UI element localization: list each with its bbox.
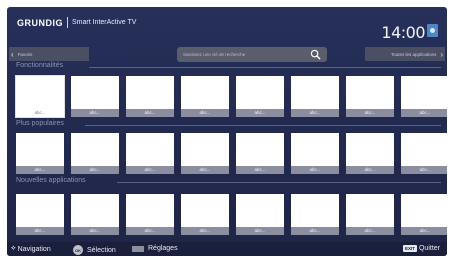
all-apps-button[interactable]: Toutes les applications ›	[365, 47, 445, 61]
tile-label: abc...	[16, 166, 64, 174]
app-tile[interactable]: abc...	[236, 76, 284, 117]
hint-selection-label: Sélection	[87, 246, 116, 254]
app-tile[interactable]: abc...	[126, 76, 174, 117]
app-tile[interactable]: abc...	[71, 194, 119, 235]
brand-name: Smart InterActive TV	[72, 19, 137, 26]
tile-label: abc...	[236, 166, 284, 174]
tiles-row-popular: abc... abc... abc... abc... abc... abc..…	[16, 133, 447, 174]
weather-icon	[427, 24, 438, 37]
chevron-left-icon: ‹	[11, 49, 14, 59]
app-tile[interactable]: abc...	[126, 133, 174, 174]
app-tile[interactable]: abc...	[71, 76, 119, 117]
search-placeholder: Saisissez une clé de recherche	[183, 52, 246, 57]
footer-hints: ⟡ Navigation OK Sélection Réglages EXIT …	[7, 242, 447, 256]
ok-button-icon: OK	[73, 245, 83, 255]
app-tile[interactable]: abc...	[16, 76, 64, 117]
clock: 14:00	[381, 23, 425, 42]
all-apps-label: Toutes les applications	[391, 51, 437, 57]
tile-label: abc...	[71, 109, 119, 117]
hint-settings: Réglages	[132, 245, 178, 252]
tile-label: abc...	[181, 109, 229, 117]
app-tile[interactable]: abc...	[71, 133, 119, 174]
app-tile[interactable]: abc...	[291, 76, 339, 117]
app-tile[interactable]: abc...	[181, 76, 229, 117]
tile-label: abc...	[291, 166, 339, 174]
app-tile[interactable]: abc...	[291, 133, 339, 174]
section-divider	[85, 125, 441, 126]
favorites-button[interactable]: ‹ Favoris	[9, 47, 89, 61]
hint-selection: OK Sélection	[73, 245, 116, 255]
tile-label: abc...	[126, 109, 174, 117]
tile-label: abc...	[291, 227, 339, 235]
app-tile[interactable]: abc...	[401, 133, 447, 174]
section-title-features: Fonctionnalités	[16, 62, 64, 69]
app-tile[interactable]: abc...	[126, 194, 174, 235]
brand-divider	[67, 17, 68, 28]
tile-label: abc...	[236, 109, 284, 117]
tile-label: abc...	[401, 227, 447, 235]
hint-quit-label: Quitter	[418, 245, 440, 252]
hint-quit: EXIT Quitter	[402, 245, 440, 252]
chevron-right-icon: ›	[440, 49, 443, 59]
gray-key-icon	[132, 245, 144, 252]
tiles-row-new-apps: abc... abc... abc... abc... abc... abc..…	[16, 194, 447, 235]
tile-label: abc...	[16, 109, 64, 117]
tile-label: abc...	[346, 227, 394, 235]
hint-navigation: ⟡ Navigation	[11, 245, 51, 253]
tile-label: abc...	[401, 166, 447, 174]
smart-tv-screen: GRUNDIG Smart InterActive TV 14:00 ‹ Fav…	[7, 7, 447, 256]
app-tile[interactable]: abc...	[401, 76, 447, 117]
app-tile[interactable]: abc...	[346, 133, 394, 174]
tile-label: abc...	[126, 166, 174, 174]
brand-logo: GRUNDIG	[17, 17, 63, 28]
app-tile[interactable]: abc...	[401, 194, 447, 235]
brand: GRUNDIG Smart InterActive TV	[17, 17, 136, 28]
app-tile[interactable]: abc...	[16, 194, 64, 235]
app-tile[interactable]: abc...	[236, 133, 284, 174]
tile-label: abc...	[236, 227, 284, 235]
app-tile[interactable]: abc...	[346, 76, 394, 117]
app-tile[interactable]: abc...	[236, 194, 284, 235]
dpad-icon: ⟡	[11, 245, 16, 252]
tile-label: abc...	[291, 109, 339, 117]
tile-label: abc...	[401, 109, 447, 117]
search-input[interactable]: Saisissez une clé de recherche	[177, 47, 327, 62]
tile-label: abc...	[181, 166, 229, 174]
app-tile[interactable]: abc...	[291, 194, 339, 235]
app-tile[interactable]: abc...	[181, 133, 229, 174]
tiles-row-features: abc... abc... abc... abc... abc... abc..…	[16, 76, 447, 117]
app-tile[interactable]: abc...	[181, 194, 229, 235]
section-title-new-apps: Nouvelles applications	[16, 177, 86, 184]
search-icon[interactable]	[310, 49, 321, 60]
tile-label: abc...	[16, 227, 64, 235]
app-tile[interactable]: abc...	[346, 194, 394, 235]
section-divider	[117, 182, 441, 183]
tile-label: abc...	[181, 227, 229, 235]
app-tile[interactable]: abc...	[16, 133, 64, 174]
hint-settings-label: Réglages	[148, 245, 178, 252]
tile-label: abc...	[346, 166, 394, 174]
tile-label: abc...	[346, 109, 394, 117]
tile-label: abc...	[71, 227, 119, 235]
hint-navigation-label: Navigation	[17, 245, 51, 253]
favorites-label: Favoris	[17, 51, 33, 57]
tile-label: abc...	[126, 227, 174, 235]
exit-key-icon: EXIT	[402, 245, 417, 252]
section-divider	[89, 67, 441, 68]
tile-label: abc...	[71, 166, 119, 174]
section-title-popular: Plus populaires	[16, 120, 64, 127]
